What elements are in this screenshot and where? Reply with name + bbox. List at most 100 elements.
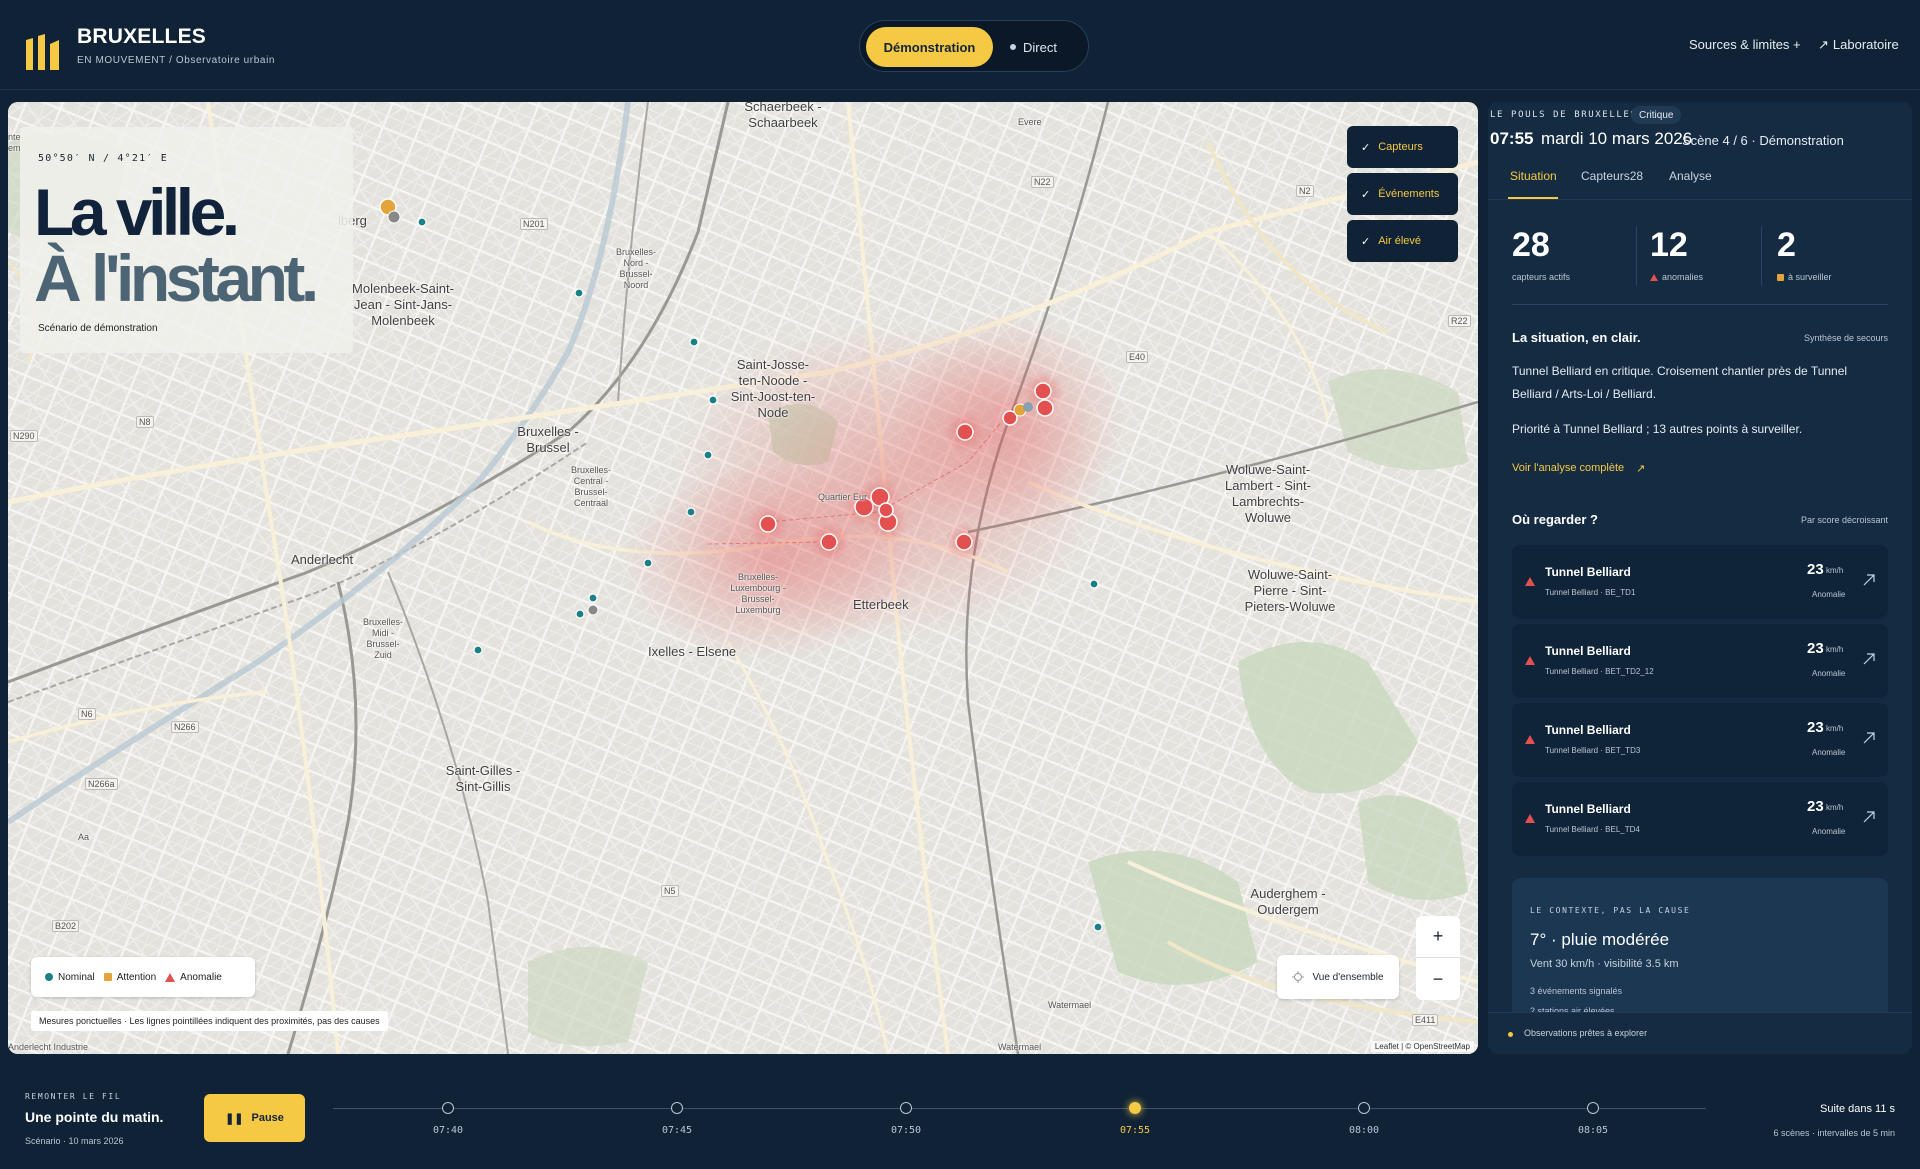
hotspot-subtitle: Tunnel Belliard · BET_TD2_12 bbox=[1545, 667, 1654, 676]
tab-analyse[interactable]: Analyse bbox=[1669, 169, 1712, 183]
lab-link-label: Laboratoire bbox=[1832, 37, 1899, 52]
hero-title-line2: À l'instant. bbox=[34, 241, 319, 315]
check-icon: ✓ bbox=[1361, 188, 1371, 201]
place-label: Auderghem - Oudergem bbox=[1250, 886, 1326, 917]
zoom-in-button[interactable]: + bbox=[1416, 916, 1460, 958]
logo-icon bbox=[26, 34, 59, 70]
divider bbox=[1761, 226, 1762, 286]
overview-button[interactable]: Vue d'ensemble bbox=[1277, 955, 1399, 999]
place-label: Evere bbox=[1018, 117, 1042, 127]
panel-kicker: LE POULS DE BRUXELLES bbox=[1490, 110, 1638, 120]
kpi-label-text: à surveiller bbox=[1788, 272, 1832, 282]
legend-item-anomalie: Anomalie bbox=[165, 972, 222, 983]
place-label: Saint-Josse-ten-Noode - Sint-Joost-ten-N… bbox=[730, 357, 816, 420]
road-shield: N22 bbox=[1031, 176, 1054, 188]
layer-label: Événements bbox=[1378, 188, 1440, 200]
hotspot-value: 23 bbox=[1807, 798, 1824, 815]
place-label: Ixelles - Elsene bbox=[648, 644, 737, 659]
timeline-stop-label: 07:55 bbox=[1119, 1125, 1151, 1136]
hotspot-card[interactable]: Tunnel Belliard Tunnel Belliard · BE_TD1… bbox=[1512, 545, 1888, 619]
mode-toggle: Démonstration Direct bbox=[859, 20, 1089, 72]
layer-toggle-capteurs[interactable]: ✓ Capteurs bbox=[1347, 126, 1458, 168]
timeline-subtitle: Scénario · 10 mars 2026 bbox=[25, 1136, 124, 1146]
kpi-anomalies-label: anomalies bbox=[1650, 272, 1703, 282]
kpi-watch-label: à surveiller bbox=[1777, 272, 1832, 282]
external-arrow-icon: ↗ bbox=[1636, 463, 1646, 475]
place-label: Quartier Eur bbox=[818, 492, 868, 502]
place-label: Woluwe-Saint-Pierre - Sint-Pieters-Woluw… bbox=[1244, 567, 1336, 614]
situation-fallback-label: Synthèse de secours bbox=[1803, 333, 1888, 343]
hero-coordinates: 50°50′ N / 4°21′ E bbox=[38, 153, 168, 164]
timeline-stop-active[interactable] bbox=[1129, 1102, 1141, 1114]
hotspot-unit: km/h bbox=[1826, 724, 1844, 733]
place-label: Etterbeek bbox=[853, 597, 909, 612]
crosshair-icon bbox=[1292, 971, 1305, 983]
map-attribution[interactable]: Leaflet | © OpenStreetMap bbox=[1370, 1041, 1474, 1052]
hotspot-title: Tunnel Belliard bbox=[1545, 565, 1631, 579]
pause-button[interactable]: ❚❚ Pause bbox=[204, 1094, 305, 1142]
mode-live-button[interactable]: Direct bbox=[1010, 27, 1080, 67]
timeline-kicker: REMONTER LE FIL bbox=[25, 1092, 122, 1101]
anomaly-triangle-icon bbox=[1650, 273, 1658, 281]
check-icon: ✓ bbox=[1361, 235, 1371, 248]
place-label: Bruxelles-Nord - Brussel-Noord bbox=[616, 247, 657, 290]
road-shield: R22 bbox=[1448, 315, 1471, 327]
panel-time: 07:55 bbox=[1490, 129, 1534, 148]
timeline-stop[interactable] bbox=[1358, 1102, 1370, 1114]
full-analysis-label: Voir l'analyse complète bbox=[1512, 462, 1625, 474]
pause-icon: ❚❚ bbox=[225, 1112, 244, 1125]
kpi-label-text: anomalies bbox=[1662, 272, 1704, 282]
timeline-stop-label: 07:45 bbox=[661, 1125, 693, 1136]
hotspots-title: Où regarder ? bbox=[1512, 512, 1598, 527]
place-label: Bruxelles-Midi - Brussel-Zuid bbox=[363, 617, 404, 660]
road-shield: N201 bbox=[520, 218, 548, 230]
timeline-stop[interactable] bbox=[900, 1102, 912, 1114]
sources-link[interactable]: Sources & limites + bbox=[1689, 37, 1801, 52]
panel-date: mardi 10 mars 2026 bbox=[1541, 129, 1693, 148]
nominal-dot-icon bbox=[45, 973, 53, 981]
road-shield: N2 bbox=[1296, 185, 1314, 197]
anomaly-triangle-icon bbox=[1525, 735, 1535, 744]
hotspot-card[interactable]: Tunnel Belliard Tunnel Belliard · BET_TD… bbox=[1512, 624, 1888, 698]
road-shield: N290 bbox=[10, 430, 38, 442]
hotspot-title: Tunnel Belliard bbox=[1545, 802, 1631, 816]
arrow-up-right-icon bbox=[1863, 574, 1875, 586]
zoom-out-button[interactable]: − bbox=[1416, 958, 1460, 1000]
app-header: BRUXELLES EN MOUVEMENT / Observatoire ur… bbox=[0, 0, 1920, 90]
timeline-next-countdown: Suite dans 11 s bbox=[1819, 1103, 1895, 1115]
hotspot-subtitle: Tunnel Belliard · BE_TD1 bbox=[1545, 588, 1636, 597]
layer-toggle-air[interactable]: ✓ Air élevé bbox=[1347, 220, 1458, 262]
timeline-stop[interactable] bbox=[1587, 1102, 1599, 1114]
mode-demo-button[interactable]: Démonstration bbox=[866, 27, 993, 67]
kpi-label-text: capteurs actifs bbox=[1512, 272, 1571, 282]
side-panel: LE POULS DE BRUXELLES Critique 07:55 mar… bbox=[1488, 102, 1912, 1054]
anomaly-triangle-icon bbox=[1525, 656, 1535, 665]
timeline-stop[interactable] bbox=[442, 1102, 454, 1114]
hotspot-card[interactable]: Tunnel Belliard Tunnel Belliard · BET_TD… bbox=[1512, 703, 1888, 777]
map-note: Mesures ponctuelles · Les lignes pointil… bbox=[31, 1011, 388, 1031]
hotspot-unit: km/h bbox=[1826, 645, 1844, 654]
layer-toggle-evenements[interactable]: ✓ Événements bbox=[1347, 173, 1458, 215]
timeline-bar: REMONTER LE FIL Une pointe du matin. Scé… bbox=[0, 1062, 1920, 1169]
context-weather: 7° · pluie modérée bbox=[1530, 930, 1670, 949]
place-label: Anderlecht bbox=[291, 552, 354, 567]
arrow-up-right-icon bbox=[1863, 653, 1875, 665]
timeline-track[interactable] bbox=[333, 1108, 1706, 1109]
road-shield: E411 bbox=[1412, 1014, 1439, 1026]
timeline-stop-label: 07:50 bbox=[890, 1125, 922, 1136]
hotspot-status: Anomalie bbox=[1812, 748, 1846, 757]
tab-capteurs[interactable]: Capteurs28 bbox=[1581, 169, 1643, 183]
full-analysis-link[interactable]: Voir l'analyse complète ↗ bbox=[1512, 462, 1645, 475]
timeline-stop-label: 08:00 bbox=[1348, 1125, 1380, 1136]
attention-square-icon bbox=[1777, 273, 1784, 281]
place-label: Watermael bbox=[1048, 1000, 1092, 1010]
city-map[interactable]: Schaerbeek - Schaarbeek Molenbeek-Saint-… bbox=[8, 102, 1478, 1054]
divider bbox=[1512, 304, 1888, 305]
timeline-stop[interactable] bbox=[671, 1102, 683, 1114]
tab-situation[interactable]: Situation bbox=[1510, 169, 1557, 183]
overview-label: Vue d'ensemble bbox=[1312, 971, 1384, 983]
situation-paragraph: Priorité à Tunnel Belliard ; 13 autres p… bbox=[1512, 422, 1803, 436]
layer-label: Air élevé bbox=[1378, 235, 1422, 247]
hotspot-card[interactable]: Tunnel Belliard Tunnel Belliard · BEL_TD… bbox=[1512, 782, 1888, 856]
lab-link[interactable]: ↗ Laboratoire bbox=[1818, 37, 1899, 53]
